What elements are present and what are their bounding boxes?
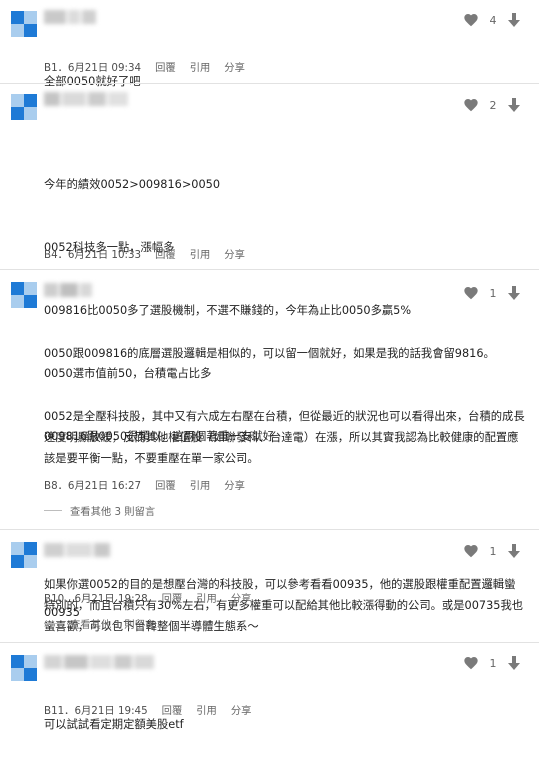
comment-actions: 1 [463,283,521,303]
divider [0,269,539,270]
heart-icon[interactable] [463,655,479,671]
arrow-down-icon[interactable] [507,543,521,559]
username-blurred[interactable] [44,283,94,297]
comment-line: 全部0050就好了吧 [44,75,141,88]
arrow-down-icon[interactable] [507,97,521,113]
comment-meta: B1．6月21日 09:34 回覆 引用 分享 [44,59,259,74]
quote-button[interactable]: 引用 [196,702,217,717]
comment-actions: 1 [463,541,521,561]
more-replies-label: 查看其他 3 則留言 [70,506,156,518]
divider [0,83,539,84]
arrow-down-icon[interactable] [507,12,521,28]
comment-line: 0052是全壓科技股，其中又有六成左右壓在台積，但從最近的狀況也可以看得出來，台… [44,410,525,465]
heart-icon[interactable] [463,543,479,559]
share-button[interactable]: 分享 [224,59,245,74]
quote-button[interactable]: 引用 [196,590,217,605]
more-replies-label: 查看其他 1 則留言 [70,619,156,631]
username-blurred[interactable] [44,543,112,557]
floor-timestamp: B4．6月21日 10:33 [44,249,142,261]
reply-button[interactable]: 回覆 [155,477,176,492]
comment-actions: 1 [463,653,521,673]
share-button[interactable]: 分享 [224,477,245,492]
dash-line [44,623,62,624]
comment-meta: B8．6月21日 16:27 回覆 引用 分享 [44,477,259,492]
arrow-down-icon[interactable] [507,655,521,671]
divider [0,529,539,530]
quote-button[interactable]: 引用 [190,59,211,74]
quote-button[interactable]: 引用 [190,246,211,261]
comment-line: 今年的績效0052>009816>0050 [44,178,221,191]
avatar[interactable] [11,542,37,568]
username-blurred[interactable] [44,10,98,24]
divider [0,642,539,643]
view-more-replies-link[interactable]: 查看其他 3 則留言 [44,503,155,518]
like-count: 2 [489,98,497,112]
comment-meta: B4．6月21日 10:33 回覆 引用 分享 [44,246,259,261]
dash-line [44,510,62,511]
avatar[interactable] [11,282,37,308]
reply-button[interactable]: 回覆 [155,246,176,261]
like-count: 1 [489,656,497,670]
reply-button[interactable]: 回覆 [162,702,183,717]
floor-timestamp: B10．6月21日 19:28 [44,593,148,605]
reply-button[interactable]: 回覆 [162,590,183,605]
comment-meta: B10．6月21日 19:28 回覆 引用 分享 [44,590,265,605]
floor-timestamp: B1．6月21日 09:34 [44,62,142,74]
heart-icon[interactable] [463,12,479,28]
heart-icon[interactable] [463,285,479,301]
avatar[interactable] [11,655,37,681]
like-count: 4 [489,13,497,27]
share-button[interactable]: 分享 [224,246,245,261]
like-count: 1 [489,544,497,558]
heart-icon[interactable] [463,97,479,113]
share-button[interactable]: 分享 [231,590,252,605]
quote-button[interactable]: 引用 [190,477,211,492]
floor-timestamp: B8．6月21日 16:27 [44,480,142,492]
reply-button[interactable]: 回覆 [155,59,176,74]
comment-body: 全部0050就好了吧 [44,29,525,134]
comment-actions: 2 [463,95,521,115]
share-button[interactable]: 分享 [231,702,252,717]
like-count: 1 [489,286,497,300]
comment-meta: B11．6月21日 19:45 回覆 引用 分享 [44,702,265,717]
avatar[interactable] [11,11,37,37]
arrow-down-icon[interactable] [507,285,521,301]
view-more-replies-link[interactable]: 查看其他 1 則留言 [44,616,155,631]
username-blurred[interactable] [44,655,156,669]
comment-body: 00935 [44,560,525,665]
username-blurred[interactable] [44,92,130,106]
comment-line: 0050跟009816的底層選股邏輯是相似的，可以留一個就好，如果是我的話我會留… [44,347,495,360]
comment-actions: 4 [463,10,521,30]
avatar[interactable] [11,94,37,120]
floor-timestamp: B11．6月21日 19:45 [44,705,148,717]
